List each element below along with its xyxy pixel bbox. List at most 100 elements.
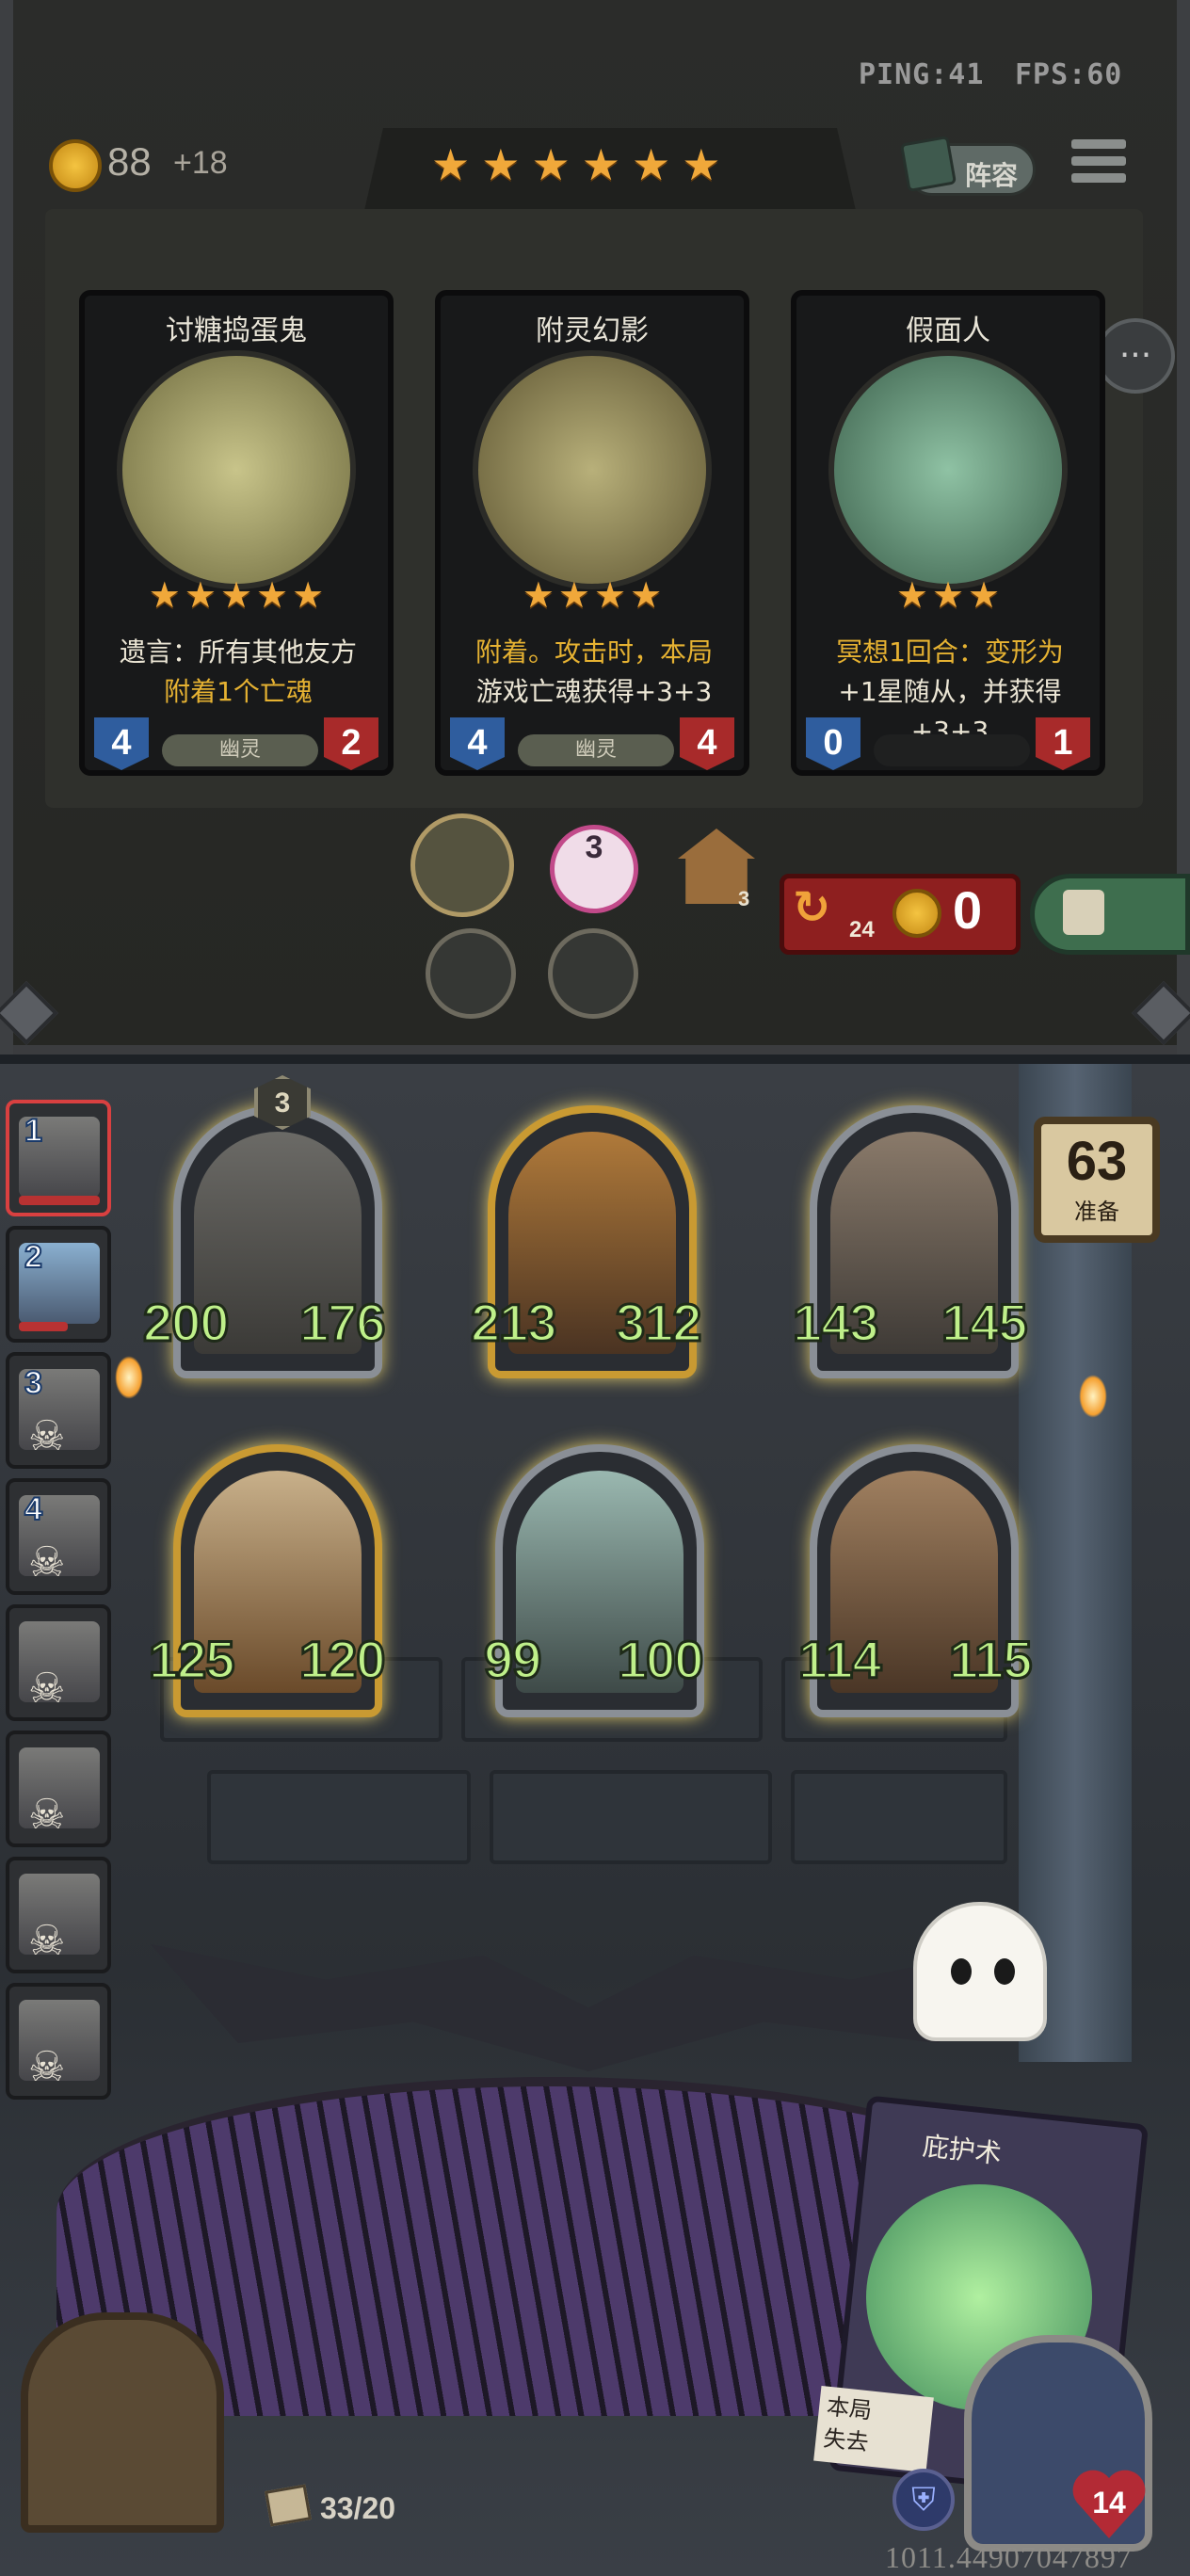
shop-card[interactable]: 假面人 ★ ★ ★ 冥想1回合：变形为 +1星随从，并获得+3+3 0 1: [791, 290, 1105, 776]
card-desc-line: 附着。攻击时，本局: [474, 636, 713, 668]
card-star-icon: ★: [292, 574, 325, 616]
card-tribe: [874, 734, 1030, 766]
ghost-eye: [951, 1958, 972, 1985]
house-count: 3: [738, 887, 750, 910]
pocket-watch-icon[interactable]: [410, 813, 514, 917]
card-tribe: 幽灵: [518, 734, 674, 766]
lock-icon: [1063, 890, 1104, 935]
minion-attack: 99: [482, 1629, 542, 1691]
skull-icon: ☠: [28, 1791, 66, 1839]
card-description: 冥想1回合：变形为 +1星随从，并获得+3+3: [817, 633, 1083, 747]
card-name: 讨糖捣蛋鬼: [166, 314, 307, 347]
skull-icon: ☠: [28, 1665, 66, 1713]
player-portrait[interactable]: 1: [6, 1100, 111, 1216]
lock-shop-button[interactable]: [1030, 874, 1190, 955]
card-stack-icon: [265, 2484, 312, 2527]
skull-icon: ☠: [28, 1538, 66, 1586]
card-star-icon: ★: [931, 574, 965, 616]
timer-label: 准备: [1074, 1199, 1119, 1225]
shop-card[interactable]: 附灵幻影 ★ ★ ★ ★ 附着。攻击时，本局 游戏亡魂获得+3+3 4 幽灵 4: [435, 290, 749, 776]
spell-card-description: 本局 失去: [813, 2385, 934, 2473]
player-portrait[interactable]: 4 ☠: [6, 1478, 111, 1595]
player-rank: 2: [24, 1238, 43, 1276]
card-star-icon: ★: [219, 574, 253, 616]
player-portrait[interactable]: 2: [6, 1226, 111, 1343]
prepare-timer: 63 准备: [1034, 1117, 1160, 1243]
hamburger-menu-icon[interactable]: [1071, 139, 1126, 192]
timer-value: 63: [1066, 1131, 1128, 1192]
card-count: 33/20: [320, 2491, 396, 2525]
player-rank: 1: [24, 1112, 43, 1150]
player-rank: 4: [24, 1490, 43, 1528]
player-portrait[interactable]: ☠: [6, 1604, 111, 1721]
wall-brick: [490, 1770, 772, 1864]
card-desc-line: 冥想1回合：变形为: [836, 636, 1064, 668]
fps-readout: FPS:60: [1015, 58, 1123, 91]
card-stars: ★ ★ ★ ★ ★: [85, 574, 388, 616]
card-description: 遗言：所有其他友方 附着1个亡魂: [105, 633, 371, 717]
gold-income: +18: [173, 145, 228, 181]
tier-star-icon: ★: [481, 139, 521, 190]
card-attack: 4: [94, 717, 149, 770]
card-health: 1: [1036, 717, 1090, 770]
wall-brick: [207, 1770, 471, 1864]
card-desc-line: 遗言：所有其他友方: [119, 636, 357, 668]
torch-flame-icon: [115, 1356, 143, 1399]
player-portrait[interactable]: ☠: [6, 1983, 111, 2100]
card-art-ghost-girl: [117, 350, 356, 589]
tier-star-icon: ★: [632, 139, 671, 190]
tier-star-icon: ★: [682, 139, 721, 190]
musket-icon[interactable]: [426, 928, 516, 1019]
player-portrait[interactable]: ☠: [6, 1857, 111, 1973]
player-health-bar: [19, 1322, 68, 1331]
card-name: 附灵幻影: [536, 314, 649, 347]
debug-coordinates: 1011.44907047897: [885, 2540, 1133, 2574]
card-star-icon: ★: [594, 574, 627, 616]
refresh-cost: 24: [849, 917, 875, 942]
ghost-eye: [994, 1958, 1015, 1985]
ghost-mascot-icon[interactable]: [913, 1902, 1047, 2041]
tavern-tier-stars: ★ ★ ★ ★ ★ ★: [426, 139, 727, 190]
skull-icon: ☠: [28, 1412, 66, 1460]
card-desc-line: 游戏亡魂获得+3+3: [475, 676, 713, 707]
card-name: 假面人: [906, 314, 990, 347]
card-description: 附着。攻击时，本局 游戏亡魂获得+3+3: [461, 633, 727, 717]
tier-star-icon: ★: [531, 139, 571, 190]
torch-flame-icon: [1079, 1375, 1107, 1418]
player-portrait[interactable]: 3 ☠: [6, 1352, 111, 1469]
card-star-icon: ★: [522, 574, 555, 616]
card-star-icon: ★: [256, 574, 289, 616]
wall-brick: [791, 1770, 1007, 1864]
card-health: 4: [680, 717, 734, 770]
minion-health: 176: [298, 1292, 386, 1354]
player-rank: 3: [24, 1364, 43, 1402]
card-art-masked-man: [828, 350, 1068, 589]
card-star-icon: ★: [557, 574, 590, 616]
player-portrait[interactable]: ☠: [6, 1731, 111, 1847]
card-star-icon: ★: [148, 574, 181, 616]
spell-card-title: 庇护术: [921, 2130, 1004, 2170]
skull-icon: ☠: [28, 1917, 66, 1965]
tier-star-icon: ★: [581, 139, 620, 190]
chat-bubble-icon[interactable]: ···: [1096, 318, 1175, 394]
card-art-phantom: [473, 350, 712, 589]
card-tribe: 幽灵: [162, 734, 318, 766]
card-star-icon: ★: [184, 574, 217, 616]
gold-coin-icon: [892, 889, 941, 938]
refresh-icon[interactable]: ↻: [793, 881, 847, 936]
ping-readout: PING:41: [859, 58, 985, 91]
shop-card[interactable]: 讨糖捣蛋鬼 ★ ★ ★ ★ ★ 遗言：所有其他友方 附着1个亡魂 4 幽灵 2: [79, 290, 394, 776]
gold-coin-icon: [49, 139, 102, 192]
card-health: 2: [324, 717, 378, 770]
card-attack: 0: [806, 717, 860, 770]
book-icon: [899, 135, 957, 193]
graveyard-portal-icon[interactable]: [21, 2312, 224, 2533]
card-star-icon: ★: [895, 574, 928, 616]
scepter-icon[interactable]: [548, 928, 638, 1019]
shield-icon[interactable]: ⛨: [892, 2469, 955, 2531]
minion-attack: 213: [469, 1292, 557, 1354]
card-attack: 4: [450, 717, 505, 770]
minion-attack: 125: [147, 1629, 235, 1691]
minion-attack: 143: [791, 1292, 879, 1354]
flower-token-icon[interactable]: 3: [550, 825, 638, 913]
